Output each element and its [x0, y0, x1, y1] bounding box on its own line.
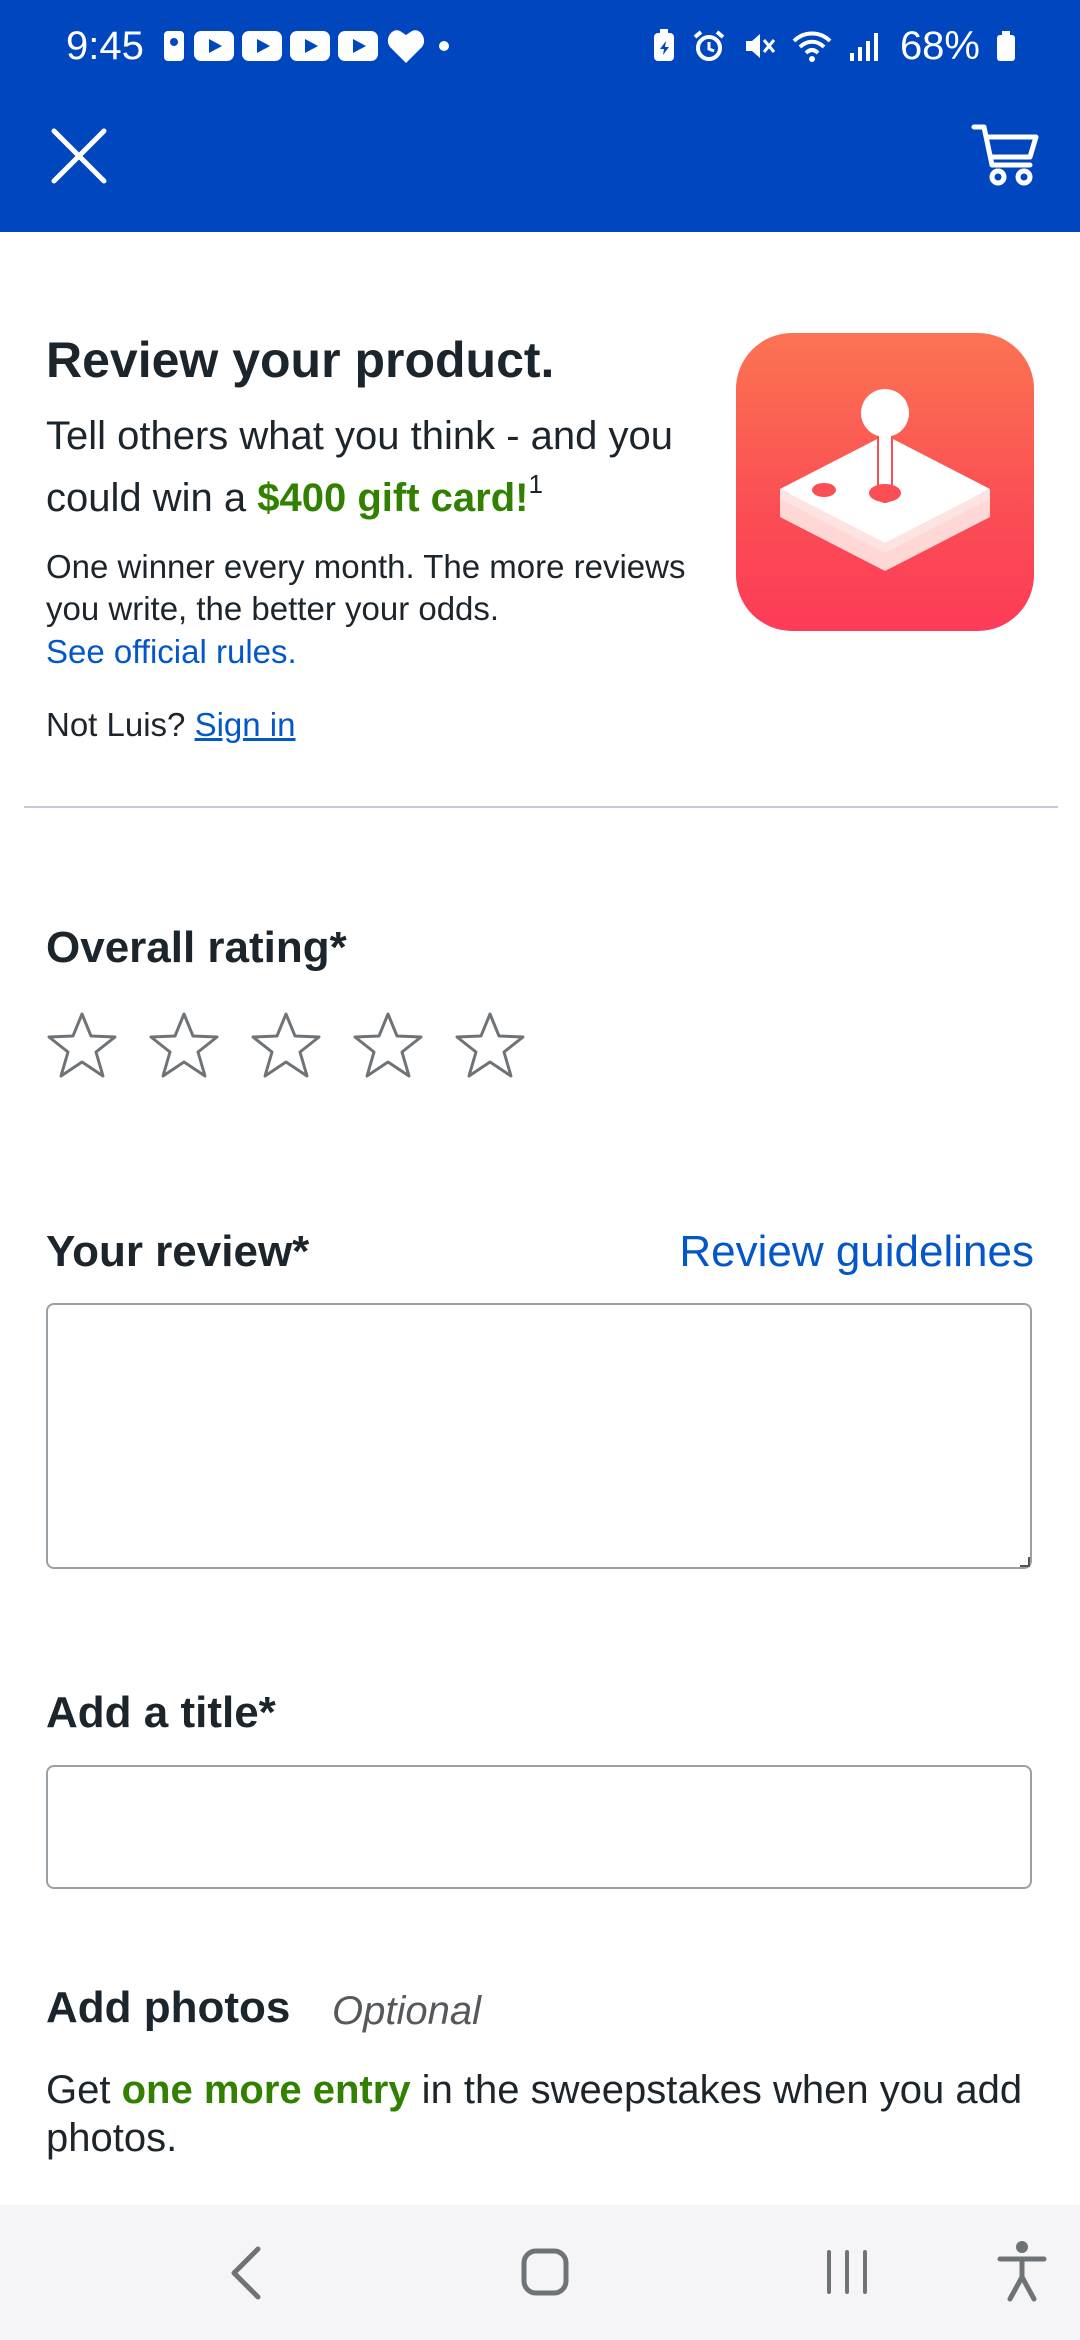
title-input[interactable]: [46, 1765, 1032, 1889]
screenshot-icon: [164, 31, 184, 61]
page-title: Review your product.: [46, 332, 555, 388]
home-icon[interactable]: [520, 2247, 570, 2297]
product-image: [736, 333, 1034, 631]
star-icon[interactable]: [352, 1011, 424, 1079]
close-icon[interactable]: [48, 125, 110, 187]
account-prompt: Not Luis? Sign in: [46, 704, 706, 746]
alarm-icon: [693, 30, 725, 61]
system-nav-bar: [0, 2205, 1080, 2340]
section-divider: [24, 806, 1058, 808]
youtube-icon: [338, 31, 378, 61]
battery-percent: 68%: [899, 24, 980, 68]
not-user-text: Not Luis?: [46, 706, 186, 743]
promo-text: Tell others what you think - and you cou…: [46, 412, 706, 522]
sweepstakes-text: One winner every month. The more reviews…: [46, 548, 686, 627]
youtube-icon: [290, 31, 330, 61]
optional-tag: Optional: [332, 1989, 481, 2033]
system-icons: 68%: [652, 22, 1016, 70]
back-icon[interactable]: [220, 2243, 272, 2303]
star-rating[interactable]: [46, 1011, 526, 1079]
status-time: 9:45: [66, 24, 144, 68]
photos-note-prefix: Get: [46, 2068, 122, 2112]
add-title-label: Add a title*: [46, 1688, 276, 1737]
youtube-icon: [242, 31, 282, 61]
battery-icon: [997, 31, 1015, 61]
review-intro: Review your product. Tell others what yo…: [46, 330, 706, 746]
youtube-icon: [194, 31, 234, 61]
joystick-icon: [780, 389, 990, 571]
heart-shield-icon: [387, 30, 425, 63]
cart-icon[interactable]: [970, 119, 1042, 191]
photos-note-highlight: one more entry: [121, 2068, 411, 2112]
overall-rating-label: Overall rating*: [46, 923, 347, 972]
star-icon[interactable]: [454, 1011, 526, 1079]
promo-highlight: $400 gift card!: [257, 476, 529, 520]
your-review-label: Your review*: [46, 1227, 310, 1276]
star-icon[interactable]: [148, 1011, 220, 1079]
star-icon[interactable]: [250, 1011, 322, 1079]
sweepstakes-note: One winner every month. The more reviews…: [46, 546, 706, 674]
sign-in-link[interactable]: Sign in: [195, 706, 296, 743]
add-photos-label: Add photos: [46, 1983, 291, 2032]
notification-icons: [162, 24, 454, 68]
app-header: [0, 95, 1080, 232]
review-textarea[interactable]: [46, 1303, 1032, 1569]
wifi-icon: [792, 31, 832, 62]
dot-icon: [439, 41, 449, 51]
battery-saver-icon: [653, 29, 674, 61]
status-bar: 9:45 68%: [0, 0, 1080, 95]
review-guidelines-link[interactable]: Review guidelines: [679, 1226, 1034, 1278]
recent-apps-icon[interactable]: [824, 2249, 870, 2295]
mute-icon: [745, 34, 776, 58]
footnote-marker: 1: [528, 469, 543, 499]
star-icon[interactable]: [46, 1011, 118, 1079]
official-rules-link[interactable]: See official rules.: [46, 630, 706, 674]
resize-handle[interactable]: [1020, 1557, 1030, 1567]
signal-icon: [849, 33, 878, 61]
photos-note: Get one more entry in the sweepstakes wh…: [46, 2066, 1036, 2162]
accessibility-icon[interactable]: [996, 2239, 1048, 2303]
